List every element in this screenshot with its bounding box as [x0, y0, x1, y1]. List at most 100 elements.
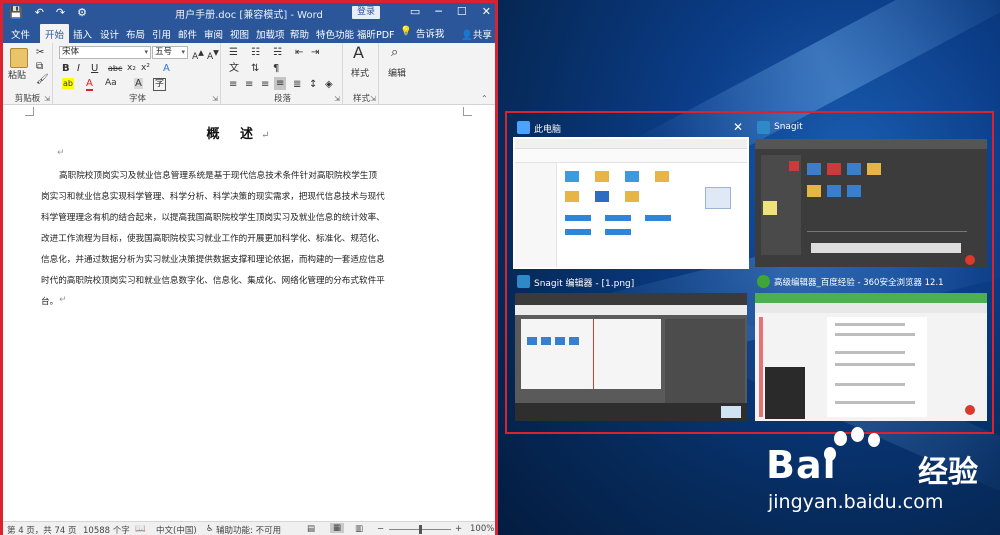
- tab-foxit-pdf[interactable]: 福昕PDF: [357, 27, 395, 41]
- tab-insert[interactable]: 插入: [73, 27, 92, 41]
- shrink-font-icon[interactable]: A▼: [207, 47, 219, 63]
- styles-group: A 样式 样式 ⇲: [345, 43, 379, 105]
- zoom-level[interactable]: 100%: [470, 524, 494, 534]
- highlight-icon[interactable]: ab: [62, 78, 74, 89]
- task-view-card-snagit[interactable]: Snagit: [755, 119, 987, 269]
- font-group: 宋体 ▾ 五号 ▾ A▲ A▼ B I U abc x₂ x² A ab A Aa …: [55, 43, 221, 105]
- tab-file[interactable]: 文件: [11, 27, 30, 41]
- align-left-icon[interactable]: ≡: [229, 79, 237, 90]
- tab-references[interactable]: 引用: [152, 27, 171, 41]
- login-button[interactable]: 登录: [352, 6, 380, 19]
- close-icon[interactable]: ✕: [482, 5, 491, 18]
- decrease-indent-icon[interactable]: ⇤: [295, 47, 303, 58]
- collapse-ribbon-icon[interactable]: ⌃: [481, 93, 488, 104]
- styles-icon[interactable]: A: [353, 45, 364, 61]
- zoom-out-icon[interactable]: −: [377, 524, 384, 534]
- underline-icon[interactable]: U: [91, 63, 98, 74]
- align-center-icon[interactable]: ≡: [245, 79, 253, 90]
- task-view-card-browser[interactable]: 高级编辑器_百度经验 - 360安全浏览器 12.1: [755, 273, 987, 423]
- tab-review[interactable]: 审阅: [204, 27, 223, 41]
- grow-font-icon[interactable]: A▲: [192, 47, 204, 63]
- window-controls: ▭ ─ ☐ ✕: [410, 5, 491, 18]
- user-icon: 👤: [461, 30, 473, 41]
- chinese-layout-icon[interactable]: 文: [229, 63, 239, 74]
- ribbon-home: 粘贴 ✂ ⧉ 🖌 剪贴板 ⇲ 宋体 ▾ 五号 ▾ A▲ A▼ B I U abc x…: [3, 43, 495, 105]
- tab-view[interactable]: 视图: [230, 27, 249, 41]
- tab-home[interactable]: 开始: [40, 24, 70, 43]
- font-name-select[interactable]: 宋体 ▾: [59, 46, 151, 59]
- paste-icon[interactable]: [10, 48, 28, 68]
- dialog-launcher-icon[interactable]: ⇲: [212, 95, 218, 103]
- bold-icon[interactable]: B: [62, 63, 70, 74]
- tab-help[interactable]: 帮助: [290, 27, 309, 41]
- distributed-icon[interactable]: ≣: [293, 79, 301, 90]
- word-count[interactable]: 10588 个字: [83, 524, 130, 535]
- minimize-icon[interactable]: ─: [435, 5, 442, 18]
- page-count[interactable]: 第 4 页，共 74 页: [7, 524, 77, 535]
- language-indicator[interactable]: 中文(中国): [156, 524, 197, 535]
- task-view-card-snagit-editor[interactable]: Snagit 编辑器 - [1.png]: [515, 273, 747, 423]
- cut-icon[interactable]: ✂: [36, 47, 44, 58]
- dialog-launcher-icon[interactable]: ⇲: [44, 95, 50, 103]
- maximize-icon[interactable]: ☐: [457, 5, 467, 18]
- change-case-icon[interactable]: Aa: [105, 78, 117, 89]
- numbering-icon[interactable]: ☷: [251, 47, 260, 58]
- styles-button[interactable]: 样式: [351, 69, 369, 80]
- enclosed-char-icon[interactable]: 字: [153, 78, 167, 91]
- dialog-launcher-icon[interactable]: ⇲: [334, 95, 340, 103]
- increase-indent-icon[interactable]: ⇥: [311, 47, 319, 58]
- body-line: 科学管理理念有机的结合起来，以提高我国高职院校学生顶岗实习及就业信息的统计效率、: [41, 213, 385, 223]
- search-icon[interactable]: ⌕: [391, 46, 398, 59]
- format-painter-icon[interactable]: 🖌: [36, 74, 49, 85]
- font-size-select[interactable]: 五号 ▾: [152, 46, 188, 59]
- superscript-icon[interactable]: x²: [141, 63, 150, 74]
- shading-icon[interactable]: ◈: [325, 79, 333, 90]
- task-view-panel: 此电脑 ✕ Snagit Snagit 编辑器 - [1.png] 高级编辑器_…: [505, 111, 994, 434]
- tab-special-features[interactable]: 特色功能: [316, 27, 354, 41]
- justify-icon[interactable]: ≡: [274, 77, 287, 90]
- web-layout-icon[interactable]: ▥: [355, 524, 363, 534]
- editing-button[interactable]: 编辑: [388, 69, 406, 80]
- subscript-icon[interactable]: x₂: [127, 63, 136, 74]
- align-right-icon[interactable]: ≡: [261, 79, 269, 90]
- window-thumbnail: [513, 137, 749, 269]
- body-line: 信息化，并通过数据分析为实习就业决策提供数据支撑和理论依据，而构建的一套适应信息: [41, 255, 385, 265]
- tab-design[interactable]: 设计: [100, 27, 119, 41]
- document-page[interactable]: 概 述↵ ↵ 高职院校顶岗实习及就业信息管理系统是基于现代信息技术条件针对高职院…: [3, 105, 495, 521]
- print-layout-icon[interactable]: ▦: [330, 523, 345, 533]
- text-effects-icon[interactable]: A: [163, 63, 170, 74]
- multilevel-list-icon[interactable]: ☵: [273, 47, 282, 58]
- accessibility-status[interactable]: 辅助功能: 不可用: [216, 524, 281, 535]
- char-shading-icon[interactable]: A: [134, 78, 143, 89]
- window-thumbnail: [755, 139, 987, 267]
- copy-icon[interactable]: ⧉: [36, 61, 43, 72]
- italic-icon[interactable]: I: [77, 63, 80, 74]
- chevron-down-icon: ▾: [144, 48, 148, 56]
- dialog-launcher-icon[interactable]: ⇲: [370, 95, 376, 103]
- tab-layout[interactable]: 布局: [126, 27, 145, 41]
- paste-label[interactable]: 粘贴: [8, 71, 26, 82]
- zoom-slider-thumb[interactable]: [419, 525, 422, 534]
- paragraph-mark: ↵: [59, 295, 67, 305]
- window-thumbnail: [755, 293, 987, 421]
- font-label: 字体: [128, 94, 146, 104]
- tab-mailings[interactable]: 邮件: [178, 27, 197, 41]
- strikethrough-icon[interactable]: abc: [108, 63, 122, 74]
- snagit-icon: [757, 121, 770, 134]
- font-color-icon[interactable]: A: [86, 78, 93, 91]
- proofing-icon[interactable]: 📖: [135, 524, 146, 534]
- card-title: Snagit: [774, 122, 803, 132]
- tab-addins[interactable]: 加载项: [256, 27, 285, 41]
- close-icon[interactable]: ✕: [733, 120, 743, 134]
- line-spacing-icon[interactable]: ↕: [309, 79, 317, 90]
- task-view-card-this-pc[interactable]: 此电脑 ✕: [513, 119, 749, 269]
- bullets-icon[interactable]: ☰: [229, 47, 238, 58]
- ribbon-display-icon[interactable]: ▭: [410, 5, 420, 18]
- focus-mode-icon[interactable]: ▤: [307, 524, 315, 534]
- tell-me-box[interactable]: 💡 告诉我: [400, 26, 444, 40]
- body-line: 台。: [41, 297, 59, 307]
- share-button[interactable]: 👤共享: [461, 27, 492, 41]
- zoom-in-icon[interactable]: +: [455, 524, 462, 534]
- sort-icon[interactable]: ⇅: [251, 63, 259, 74]
- show-marks-icon[interactable]: ¶: [273, 63, 279, 74]
